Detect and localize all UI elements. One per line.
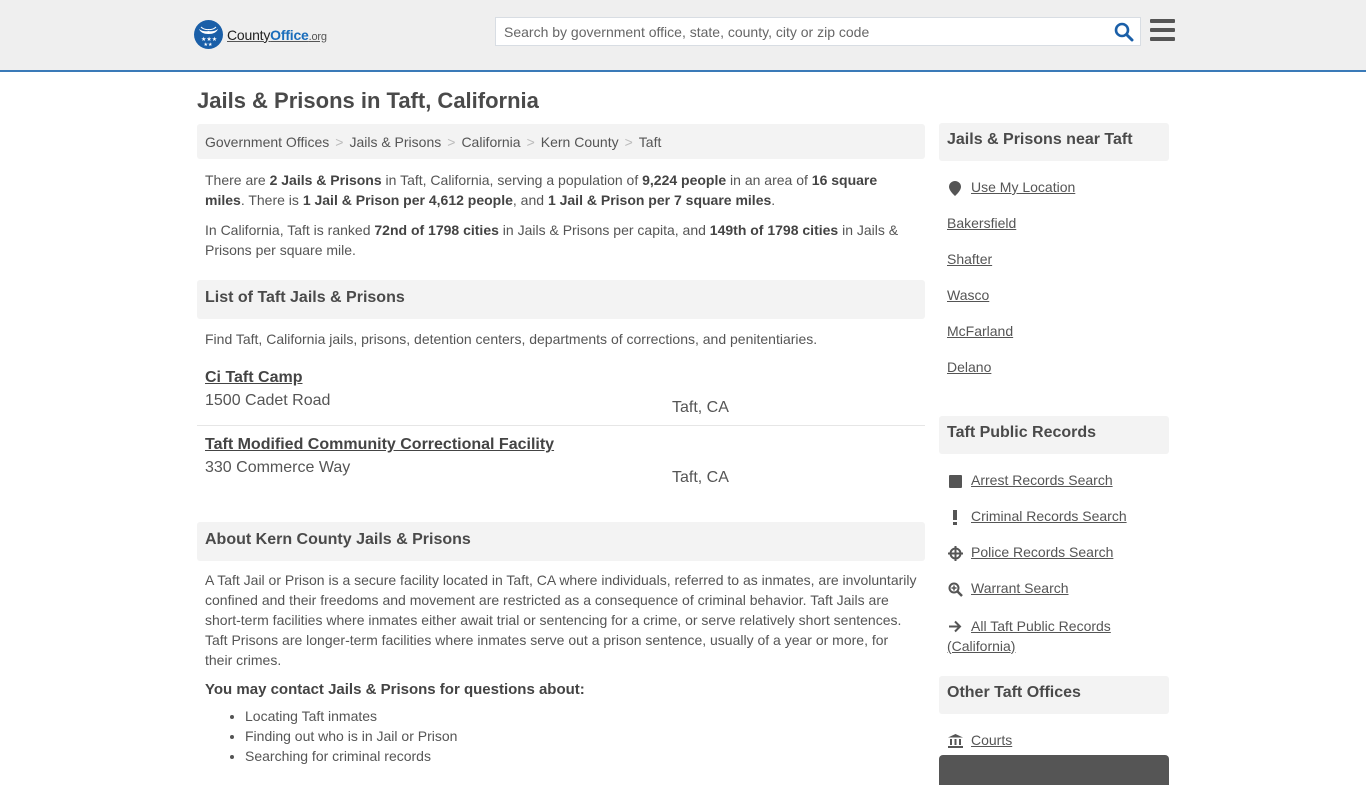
text-segment: In California, Taft is ranked — [205, 222, 375, 238]
breadcrumb-jails-prisons[interactable]: Jails & Prisons — [349, 134, 441, 150]
nearby-city-link[interactable]: Delano — [947, 359, 991, 375]
highlight-stat: 1 Jail & Prison per 7 square miles — [547, 192, 772, 208]
text-segment: in Taft, California, serving a populatio… — [381, 172, 643, 188]
nearby-city-item: Delano — [947, 359, 1161, 395]
public-record-item: Warrant Search — [947, 580, 1161, 616]
breadcrumb-current: Taft — [638, 134, 662, 150]
about-section-heading: About Kern County Jails & Prisons — [197, 522, 925, 561]
intro-ranking: In California, Taft is ranked 72nd of 17… — [197, 220, 925, 260]
facility-address: 330 Commerce Way — [205, 459, 351, 476]
search-input[interactable] — [496, 18, 1096, 45]
facility-name-link[interactable]: Taft Modified Community Correctional Fac… — [205, 436, 554, 454]
contact-topic: Finding out who is in Jail or Prison — [245, 726, 925, 746]
courthouse-icon — [947, 733, 963, 749]
eagle-logo-icon: ★★★ ★★ — [194, 20, 223, 49]
contact-topics-list: Locating Taft inmates Finding out who is… — [197, 706, 925, 766]
contact-topic: Locating Taft inmates — [245, 706, 925, 726]
other-offices-heading: Other Taft Offices — [939, 676, 1169, 714]
nearby-city-item: Shafter — [947, 251, 1161, 287]
nearby-city-link[interactable]: Shafter — [947, 251, 992, 267]
highlight-stat: 149th of 1798 cities — [709, 222, 839, 238]
intro-summary: There are 2 Jails & Prisons in Taft, Cal… — [197, 170, 925, 210]
breadcrumb-separator: > — [624, 134, 633, 150]
highlight-stat: 72nd of 1798 cities — [374, 222, 499, 238]
nearby-list: Use My Location Bakersfield Shafter Wasc… — [939, 161, 1169, 395]
highlight-stat: 9,224 people — [642, 172, 727, 188]
nearby-city-link[interactable]: Wasco — [947, 287, 989, 303]
breadcrumb: Government Offices > Jails & Prisons > Calif… — [197, 124, 925, 159]
search-icon[interactable] — [1114, 22, 1134, 42]
nearby-city-item: Bakersfield — [947, 215, 1161, 251]
public-record-item: Criminal Records Search — [947, 508, 1161, 544]
about-text: A Taft Jail or Prison is a secure facili… — [205, 572, 917, 668]
sticky-bottom-bar[interactable] — [939, 755, 1169, 785]
contact-topic: Searching for criminal records — [245, 746, 925, 766]
text-segment: in Jails & Prisons per capita, and — [498, 222, 710, 238]
highlight-stat: 1 Jail & Prison per 4,612 people — [302, 192, 513, 208]
all-public-records-link[interactable]: All Taft Public Records (California) — [947, 618, 1111, 654]
nearby-city-link[interactable]: Bakersfield — [947, 215, 1016, 231]
list-section-heading: List of Taft Jails & Prisons — [197, 280, 925, 319]
use-my-location-link[interactable]: Use My Location — [971, 179, 1075, 195]
highlight-stat: 2 Jails & Prisons — [269, 172, 382, 188]
arrest-records-link[interactable]: Arrest Records Search — [971, 472, 1113, 488]
nearby-city-item: McFarland — [947, 323, 1161, 359]
criminal-records-link[interactable]: Criminal Records Search — [971, 508, 1127, 524]
facility-city: Taft, CA — [672, 469, 729, 486]
nearby-city-item: Wasco — [947, 287, 1161, 323]
site-logo[interactable]: ★★★ ★★ CountyOffice.org — [194, 20, 327, 49]
text-segment: . There is — [240, 192, 303, 208]
search-box — [495, 17, 1141, 46]
breadcrumb-kern-county[interactable]: Kern County — [541, 134, 619, 150]
search-plus-icon — [947, 581, 963, 597]
crosshairs-icon — [947, 545, 963, 561]
breadcrumb-separator: > — [526, 134, 535, 150]
breadcrumb-california[interactable]: California — [461, 134, 520, 150]
nearby-city-link[interactable]: McFarland — [947, 323, 1013, 339]
public-record-item: All Taft Public Records (California) — [947, 616, 1161, 656]
list-item: Ci Taft Camp 1500 Cadet Road Taft, CA — [197, 369, 925, 426]
page-title: Jails & Prisons in Taft, California — [197, 88, 539, 113]
public-record-item: Police Records Search — [947, 544, 1161, 580]
use-my-location-item: Use My Location — [947, 179, 1161, 215]
list-section-description: Find Taft, California jails, prisons, de… — [205, 331, 818, 347]
public-records-list: Arrest Records Search Criminal Records S… — [939, 454, 1169, 656]
police-records-link[interactable]: Police Records Search — [971, 544, 1113, 560]
list-item: Taft Modified Community Correctional Fac… — [197, 426, 925, 491]
top-header: ★★★ ★★ CountyOffice.org — [0, 0, 1366, 72]
exclamation-icon — [947, 509, 963, 525]
arrow-right-icon — [947, 619, 963, 635]
public-records-heading: Taft Public Records — [939, 416, 1169, 454]
square-icon — [947, 473, 963, 489]
courts-link[interactable]: Courts — [971, 732, 1012, 748]
text-segment: . — [771, 192, 776, 208]
text-segment: in an area of — [726, 172, 812, 188]
facility-city: Taft, CA — [672, 399, 729, 416]
facility-address: 1500 Cadet Road — [205, 392, 331, 409]
hamburger-menu-icon[interactable] — [1150, 19, 1175, 41]
contact-heading: You may contact Jails & Prisons for ques… — [205, 681, 585, 698]
svg-text:★★: ★★ — [204, 42, 213, 48]
text-segment: , and — [512, 192, 548, 208]
main-content: Government Offices > Jails & Prisons > Calif… — [197, 124, 925, 766]
logo-text: CountyOffice.org — [227, 26, 327, 43]
breadcrumb-separator: > — [335, 134, 344, 150]
sidebar: Jails & Prisons near Taft Use My Locatio… — [939, 123, 1169, 785]
nearby-heading: Jails & Prisons near Taft — [939, 123, 1169, 161]
breadcrumb-government-offices[interactable]: Government Offices — [205, 134, 329, 150]
text-segment: There are — [205, 172, 270, 188]
breadcrumb-separator: > — [447, 134, 456, 150]
public-record-item: Arrest Records Search — [947, 472, 1161, 508]
facility-name-link[interactable]: Ci Taft Camp — [205, 369, 302, 387]
warrant-search-link[interactable]: Warrant Search — [971, 580, 1069, 596]
map-marker-icon — [947, 180, 963, 196]
